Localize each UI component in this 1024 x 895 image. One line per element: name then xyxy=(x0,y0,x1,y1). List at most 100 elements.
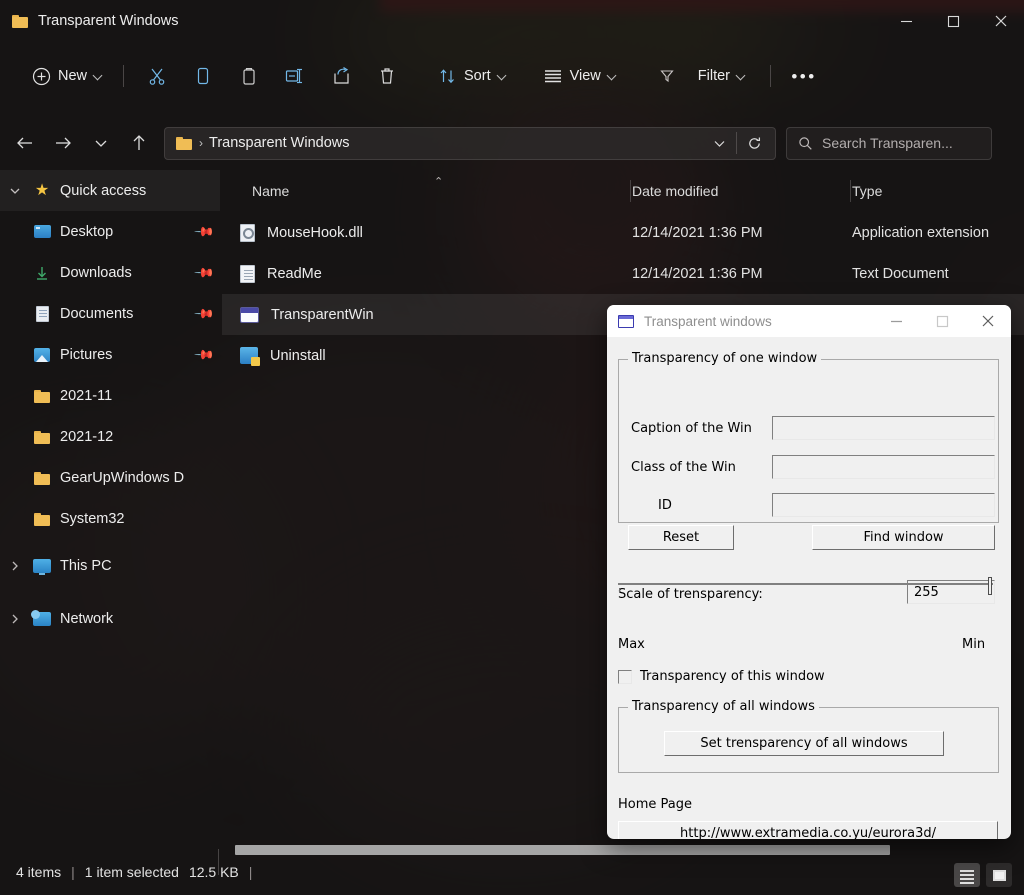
sidebar-item-desktop[interactable]: Desktop 📌 xyxy=(0,211,220,252)
close-button[interactable] xyxy=(977,0,1024,42)
column-header-label: Date modified xyxy=(632,183,719,199)
share-button[interactable] xyxy=(318,59,364,93)
id-input[interactable] xyxy=(772,493,995,517)
caption-input[interactable] xyxy=(772,416,995,440)
transparency-slider-track[interactable] xyxy=(618,583,993,585)
chevron-down-icon xyxy=(608,72,617,81)
find-window-button[interactable]: Find window xyxy=(812,525,995,550)
sidebar-item-quick-access[interactable]: ★ Quick access xyxy=(0,170,220,211)
address-dropdown-button[interactable] xyxy=(702,129,736,158)
column-header-name[interactable]: Name xyxy=(252,170,289,212)
new-button[interactable]: New xyxy=(22,59,113,93)
breadcrumb-current: Transparent Windows xyxy=(209,135,350,151)
sidebar-item-label: System32 xyxy=(60,510,125,527)
reset-button-label: Reset xyxy=(662,530,700,545)
dialog-title-bar: Transparent windows xyxy=(607,305,1011,337)
dialog-minimize-button[interactable] xyxy=(873,305,919,337)
chevron-right-icon[interactable] xyxy=(0,560,30,572)
column-header-date-modified[interactable]: Date modified xyxy=(632,170,718,212)
rename-icon xyxy=(285,68,303,84)
sidebar-item-label: Pictures xyxy=(60,346,113,363)
search-input[interactable]: Search Transparen... xyxy=(786,126,992,160)
file-type-cell: Application extension xyxy=(852,224,990,241)
maximize-button[interactable] xyxy=(930,0,977,42)
refresh-button[interactable] xyxy=(737,129,771,158)
details-view-icon[interactable] xyxy=(954,863,980,887)
column-divider[interactable] xyxy=(850,180,851,202)
sidebar-item-pictures[interactable]: Pictures 📌 xyxy=(0,334,220,375)
pin-icon[interactable]: 📌 xyxy=(193,302,215,325)
file-name: MouseHook.dll xyxy=(267,224,363,241)
address-bar[interactable]: › Transparent Windows xyxy=(164,126,776,160)
toolbar-divider xyxy=(770,65,772,87)
up-button[interactable] xyxy=(120,126,158,160)
sidebar-item-label: Documents xyxy=(60,305,134,322)
file-name: ReadMe xyxy=(267,265,322,282)
sidebar-item-2021-12[interactable]: 2021-12 xyxy=(0,416,220,457)
delete-icon xyxy=(381,68,394,84)
sidebar-item-downloads[interactable]: Downloads 📌 xyxy=(0,252,220,293)
scale-label: Scale of trensparency: xyxy=(618,587,763,602)
pin-icon[interactable]: 📌 xyxy=(193,220,215,243)
copy-button[interactable] xyxy=(180,59,226,93)
filter-icon xyxy=(660,70,674,83)
set-transparency-all-windows-button[interactable]: Set trensparency of all windows xyxy=(664,731,944,756)
recent-locations-button[interactable] xyxy=(82,126,120,160)
transparency-this-window-checkbox[interactable] xyxy=(618,670,632,684)
delete-button[interactable] xyxy=(364,59,410,93)
sort-icon xyxy=(440,68,454,83)
star-icon: ★ xyxy=(34,181,50,199)
chevron-right-icon[interactable] xyxy=(0,613,30,625)
home-page-url-button[interactable]: http://www.extramedia.co.yu/eurora3d/ xyxy=(618,821,998,839)
pin-icon[interactable]: 📌 xyxy=(193,261,215,284)
pin-icon[interactable]: 📌 xyxy=(193,343,215,366)
window-title: Transparent Windows xyxy=(38,13,179,29)
filter-button[interactable]: Filter xyxy=(649,59,756,93)
dialog-close-button[interactable] xyxy=(965,305,1011,337)
minimize-button[interactable] xyxy=(883,0,930,42)
sidebar-item-label: 2021-11 xyxy=(60,387,113,404)
column-divider[interactable] xyxy=(630,180,631,202)
id-field-label: ID xyxy=(658,498,672,513)
dialog-maximize-button[interactable] xyxy=(919,305,965,337)
class-input[interactable] xyxy=(772,455,995,479)
sidebar-item-label: Desktop xyxy=(60,223,114,240)
file-name-cell: MouseHook.dll xyxy=(240,223,363,242)
sidebar-item-gearupwindows[interactable]: GearUpWindows D xyxy=(0,457,220,498)
window-icon xyxy=(618,314,634,328)
sidebar-item-2021-11[interactable]: 2021-11 xyxy=(0,375,220,416)
column-header-type[interactable]: Type xyxy=(852,170,882,212)
sidebar-item-network[interactable]: Network xyxy=(0,598,220,639)
column-header-label: Name xyxy=(252,183,290,199)
paste-button[interactable] xyxy=(226,59,272,93)
more-options-button[interactable]: ••• xyxy=(781,59,827,93)
title-bar-left: Transparent Windows xyxy=(0,13,179,29)
documents-icon xyxy=(30,305,54,322)
group-title: Transparency of all windows xyxy=(628,699,819,714)
find-window-button-label: Find window xyxy=(863,530,944,545)
sidebar-item-this-pc[interactable]: This PC xyxy=(0,545,220,586)
sidebar-item-label: GearUpWindows D xyxy=(60,469,185,486)
sidebar-item-documents[interactable]: Documents 📌 xyxy=(0,293,220,334)
chevron-down-icon[interactable] xyxy=(0,185,30,197)
rename-button[interactable] xyxy=(272,59,318,93)
sort-button[interactable]: Sort xyxy=(428,59,517,93)
transparency-slider-thumb[interactable] xyxy=(988,577,992,595)
reset-button[interactable]: Reset xyxy=(628,525,734,550)
set-transparency-all-windows-label: Set trensparency of all windows xyxy=(700,736,908,751)
table-row[interactable]: MouseHook.dll 12/14/2021 1:36 PM Applica… xyxy=(222,212,1024,253)
chevron-down-icon xyxy=(498,72,507,81)
command-bar: New Sort View Filter ••• xyxy=(0,48,1024,104)
back-button[interactable] xyxy=(6,126,44,160)
sidebar-item-system32[interactable]: System32 xyxy=(0,498,220,539)
breadcrumb[interactable]: › Transparent Windows xyxy=(169,135,702,151)
folder-icon xyxy=(30,430,54,444)
view-button[interactable]: View xyxy=(533,59,627,93)
pc-icon xyxy=(30,558,54,575)
dialog-title: Transparent windows xyxy=(644,313,772,329)
forward-button[interactable] xyxy=(44,126,82,160)
cut-button[interactable] xyxy=(134,59,180,93)
large-icons-view-icon[interactable] xyxy=(986,863,1012,887)
table-row[interactable]: ReadMe 12/14/2021 1:36 PM Text Document xyxy=(222,253,1024,294)
search-placeholder: Search Transparen... xyxy=(822,135,953,151)
